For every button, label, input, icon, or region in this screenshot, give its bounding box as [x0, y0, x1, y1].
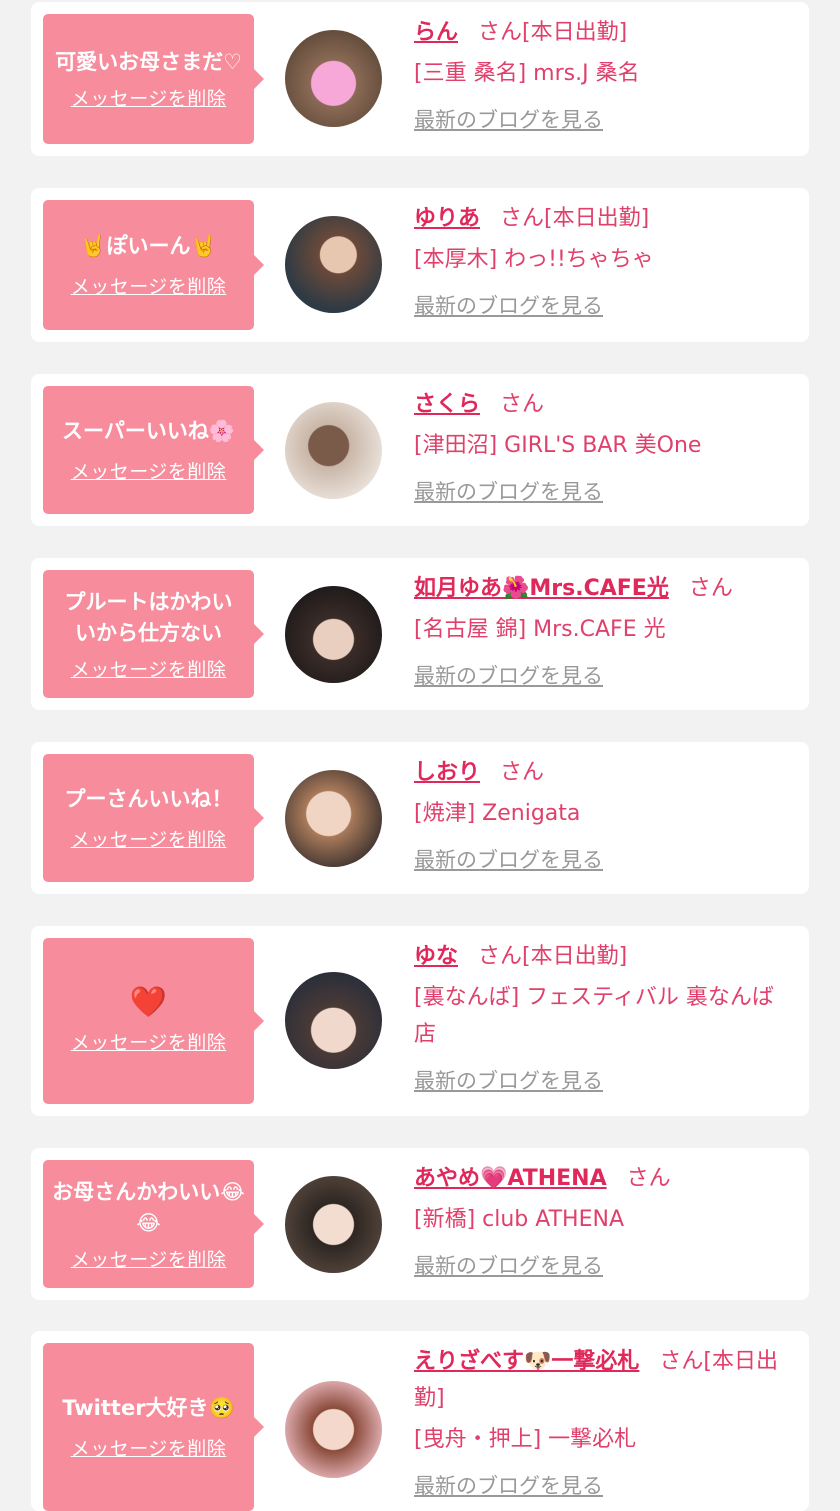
cast-info: 如月ゆあ🌺Mrs.CAFE光 さん [名古屋 錦] Mrs.CAFE 光 最新のブ… [414, 570, 789, 695]
cast-name-link[interactable]: あやめ💗ATHENA [414, 1166, 607, 1191]
avatar[interactable] [285, 1176, 382, 1273]
cast-info: えりざべす🐶一撃必札 さん[本日出勤] [曳舟・押上] 一撃必札 最新のブログを見… [414, 1343, 784, 1505]
message-bubble: 🤘ぽいーん🤘 メッセージを削除 [43, 200, 264, 330]
latest-blog-link[interactable]: 最新のブログを見る [414, 1468, 784, 1505]
suffix-text: さん[本日出勤] [478, 20, 628, 45]
delete-message-link[interactable]: メッセージを削除 [71, 1028, 227, 1055]
message-bubble: スーパーいいね🌸 メッセージを削除 [43, 386, 264, 514]
shop-text: [三重 桑名] mrs.J 桑名 [414, 61, 640, 86]
notification-card: プルートはかわいいから仕方ない メッセージを削除 如月ゆあ🌺Mrs.CAFE光さ… [31, 558, 809, 710]
cast-name-link[interactable]: えりざべす🐶一撃必札 [414, 1349, 639, 1374]
delete-message-link[interactable]: メッセージを削除 [71, 1434, 227, 1461]
cast-info: らん さん[本日出勤] [三重 桑名] mrs.J 桑名 最新のブログを見る [414, 14, 789, 139]
delete-message-link[interactable]: メッセージを削除 [71, 272, 227, 299]
delete-message-link[interactable]: メッセージを削除 [71, 655, 227, 682]
cast-name-link[interactable]: らん [414, 20, 458, 45]
message-bubble: お母さんかわいい😂😂 メッセージを削除 [43, 1160, 264, 1288]
notification-card: プーさんいいね！ メッセージを削除 しおり さん [焼津] Zenigata 最新… [31, 742, 809, 894]
shop-text: [名古屋 錦] Mrs.CAFE 光 [414, 617, 666, 642]
shop-text: [本厚木] わっ!!ちゃちゃ [414, 247, 654, 272]
message-bubble: Twitter大好き🥺 メッセージを削除 [43, 1343, 264, 1511]
cast-name-link[interactable]: 如月ゆあ🌺Mrs.CAFE光 [414, 576, 669, 601]
avatar[interactable] [285, 30, 382, 127]
avatar[interactable] [285, 770, 382, 867]
shop-text: [曳舟・押上] 一撃必札 [414, 1427, 637, 1452]
message-bubble: プーさんいいね！ メッセージを削除 [43, 754, 264, 882]
message-text: 🤘ぽいーん🤘 [80, 234, 217, 258]
suffix-text: さん [500, 760, 545, 785]
latest-blog-link[interactable]: 最新のブログを見る [414, 842, 789, 879]
delete-message-link[interactable]: メッセージを削除 [71, 457, 227, 484]
latest-blog-link[interactable]: 最新のブログを見る [414, 102, 789, 139]
suffix-text: さん [500, 392, 545, 417]
suffix-text: さん[本日出勤] [500, 206, 650, 231]
message-text: プーさんいいね！ [64, 787, 233, 811]
latest-blog-link[interactable]: 最新のブログを見る [414, 658, 789, 695]
cast-name-link[interactable]: しおり [414, 760, 480, 785]
latest-blog-link[interactable]: 最新のブログを見る [414, 1248, 789, 1285]
cast-info: しおり さん [焼津] Zenigata 最新のブログを見る [414, 754, 789, 879]
avatar[interactable] [285, 402, 382, 499]
message-text: Twitter大好き🥺 [62, 1396, 235, 1420]
notification-card: 🤘ぽいーん🤘 メッセージを削除 ゆりあ さん[本日出勤] [本厚木] わっ!!ちゃ… [31, 188, 809, 342]
shop-text: [裏なんば] フェスティバル 裏なんば店 [414, 985, 774, 1047]
message-bubble: ❤️ メッセージを削除 [43, 938, 264, 1104]
latest-blog-link[interactable]: 最新のブログを見る [414, 1063, 789, 1100]
cast-name-link[interactable]: ゆな [414, 944, 458, 969]
cast-info: ゆな さん[本日出勤] [裏なんば] フェスティバル 裏なんば店 最新のブログを見… [414, 938, 789, 1100]
notification-card: お母さんかわいい😂😂 メッセージを削除 あやめ💗ATHENA さん [新橋] cl… [31, 1148, 809, 1300]
avatar[interactable] [285, 586, 382, 683]
suffix-text: さん[本日出勤] [478, 944, 628, 969]
cast-info: あやめ💗ATHENA さん [新橋] club ATHENA 最新のブログを見る [414, 1160, 789, 1285]
avatar[interactable] [285, 1381, 382, 1478]
latest-blog-link[interactable]: 最新のブログを見る [414, 288, 789, 325]
delete-message-link[interactable]: メッセージを削除 [71, 825, 227, 852]
message-text: 可愛いお母さまだ♡ [55, 50, 242, 74]
notification-card: スーパーいいね🌸 メッセージを削除 さくら さん [津田沼] GIRL'S BAR… [31, 374, 809, 526]
shop-text: [新橋] club ATHENA [414, 1207, 624, 1232]
avatar[interactable] [285, 216, 382, 313]
message-bubble: プルートはかわいいから仕方ない メッセージを削除 [43, 570, 264, 698]
cast-info: ゆりあ さん[本日出勤] [本厚木] わっ!!ちゃちゃ 最新のブログを見る [414, 200, 789, 325]
latest-blog-link[interactable]: 最新のブログを見る [414, 474, 789, 511]
message-text: お母さんかわいい😂😂 [52, 1179, 245, 1235]
cast-name-link[interactable]: さくら [414, 392, 480, 417]
notification-card: Twitter大好き🥺 メッセージを削除 えりざべす🐶一撃必札 さん[本日出勤] … [31, 1331, 809, 1511]
message-text: スーパーいいね🌸 [62, 419, 235, 443]
heart-icon: ❤️ [129, 985, 168, 1020]
delete-message-link[interactable]: メッセージを削除 [71, 1245, 227, 1272]
message-bubble: 可愛いお母さまだ♡ メッセージを削除 [43, 14, 264, 144]
delete-message-link[interactable]: メッセージを削除 [71, 84, 227, 111]
avatar[interactable] [285, 972, 382, 1069]
suffix-text: さん [688, 576, 733, 601]
notification-card: 可愛いお母さまだ♡ メッセージを削除 らん さん[本日出勤] [三重 桑名] mr… [31, 2, 809, 156]
suffix-text: さん [626, 1166, 671, 1191]
shop-text: [津田沼] GIRL'S BAR 美One [414, 433, 702, 458]
cast-info: さくら さん [津田沼] GIRL'S BAR 美One 最新のブログを見る [414, 386, 789, 511]
cast-name-link[interactable]: ゆりあ [414, 206, 480, 231]
notification-card: ❤️ メッセージを削除 ゆな さん[本日出勤] [裏なんば] フェスティバル 裏な… [31, 926, 809, 1116]
shop-text: [焼津] Zenigata [414, 801, 581, 826]
message-text: プルートはかわいいから仕方ない [64, 589, 233, 645]
